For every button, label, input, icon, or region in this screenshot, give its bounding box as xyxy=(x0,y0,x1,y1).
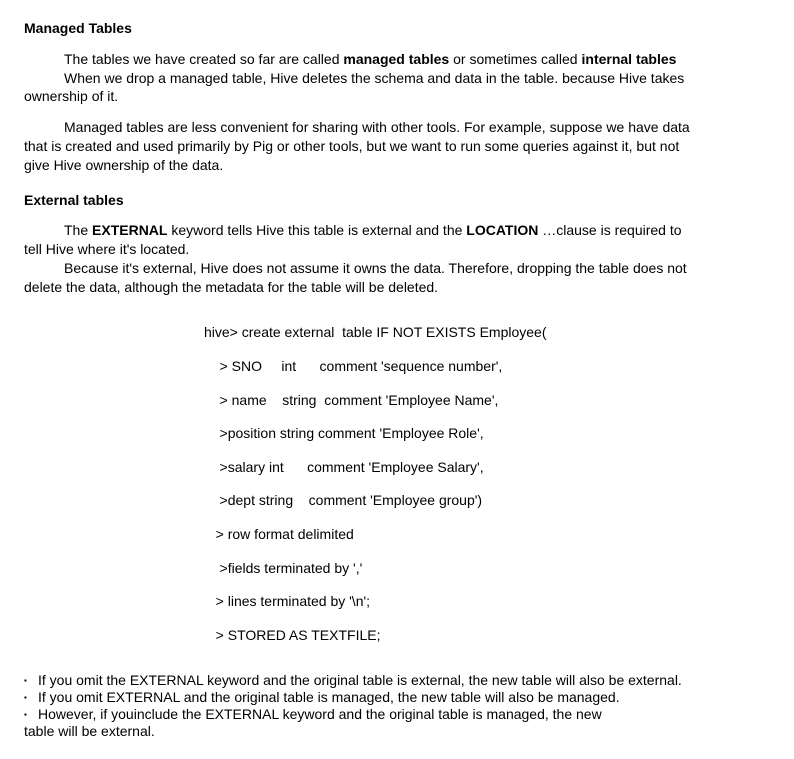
code-line: >dept string comment 'Employee group') xyxy=(204,492,770,509)
bold-text: LOCATION xyxy=(466,222,538,238)
text: The xyxy=(64,222,92,238)
section-heading-managed-tables: Managed Tables xyxy=(24,20,770,37)
paragraph: delete the data, although the metadata f… xyxy=(24,279,770,296)
list-item: However, if youinclude the EXTERNAL keyw… xyxy=(24,706,770,723)
code-line: > row format delimited xyxy=(204,526,770,543)
paragraph: that is created and used primarily by Pi… xyxy=(24,138,770,155)
bullet-list: If you omit the EXTERNAL keyword and the… xyxy=(24,672,770,722)
paragraph: ownership of it. xyxy=(24,88,770,105)
bold-text: internal tables xyxy=(582,51,677,67)
text: keyword tells Hive this table is externa… xyxy=(167,222,466,238)
list-item: If you omit the EXTERNAL keyword and the… xyxy=(24,672,770,689)
paragraph: Because it's external, Hive does not ass… xyxy=(24,260,770,277)
paragraph: The tables we have created so far are ca… xyxy=(24,51,770,68)
text: …clause is required to xyxy=(538,222,681,238)
paragraph: tell Hive where it's located. xyxy=(24,241,770,258)
paragraph: The EXTERNAL keyword tells Hive this tab… xyxy=(24,222,770,239)
code-line: > lines terminated by '\n'; xyxy=(204,593,770,610)
code-line: >salary int comment 'Employee Salary', xyxy=(204,459,770,476)
code-line: > SNO int comment 'sequence number', xyxy=(204,358,770,375)
code-line: >fields terminated by ',' xyxy=(204,560,770,577)
bold-text: managed tables xyxy=(343,51,449,67)
paragraph: give Hive ownership of the data. xyxy=(24,157,770,174)
code-line: >position string comment 'Employee Role'… xyxy=(204,425,770,442)
code-line: hive> create external table IF NOT EXIST… xyxy=(204,324,770,341)
text: or sometimes called xyxy=(449,51,581,67)
code-line: > name string comment 'Employee Name', xyxy=(204,392,770,409)
code-line: > STORED AS TEXTFILE; xyxy=(204,627,770,644)
list-item: If you omit EXTERNAL and the original ta… xyxy=(24,689,770,706)
bold-text: EXTERNAL xyxy=(92,222,167,238)
code-block: hive> create external table IF NOT EXIST… xyxy=(204,308,770,661)
text: The tables we have created so far are ca… xyxy=(64,51,343,67)
paragraph: When we drop a managed table, Hive delet… xyxy=(24,70,770,87)
paragraph: table will be external. xyxy=(24,723,770,740)
section-heading-external-tables: External tables xyxy=(24,192,770,209)
paragraph: Managed tables are less convenient for s… xyxy=(24,119,770,136)
